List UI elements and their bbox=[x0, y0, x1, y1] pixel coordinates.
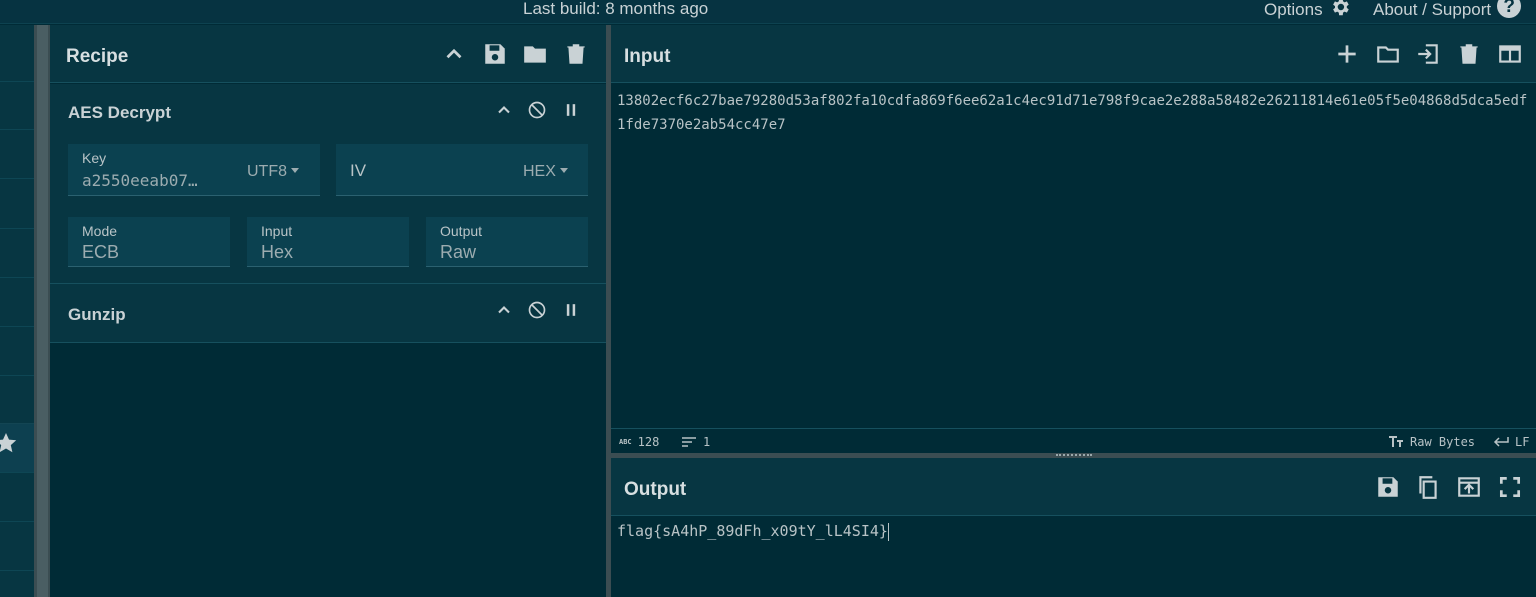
copy-icon[interactable] bbox=[1415, 474, 1441, 500]
options-label: Options bbox=[1264, 0, 1323, 19]
save-icon[interactable] bbox=[1375, 474, 1401, 500]
trash-icon[interactable] bbox=[563, 41, 589, 67]
chevron-up-icon[interactable] bbox=[494, 300, 514, 320]
grip-icon bbox=[1056, 454, 1092, 456]
ops-divider bbox=[0, 228, 34, 229]
about-support-label: About / Support bbox=[1373, 0, 1492, 19]
input-format-field[interactable]: Input Hex bbox=[247, 217, 409, 267]
ops-divider bbox=[0, 178, 34, 179]
operation-gunzip: Gunzip bbox=[50, 284, 606, 343]
input-status-bar: ABC 128 1 Raw Bytes LF bbox=[611, 428, 1536, 454]
recipe-title: Recipe bbox=[66, 46, 129, 67]
abc-icon: ABC bbox=[619, 438, 632, 446]
options-button[interactable]: Options bbox=[1264, 0, 1351, 18]
pause-icon[interactable] bbox=[561, 100, 581, 120]
lines-indicator: 1 bbox=[681, 435, 710, 449]
length-value: 128 bbox=[637, 435, 660, 449]
ops-divider bbox=[0, 472, 34, 473]
length-indicator: ABC 128 bbox=[619, 435, 659, 449]
operations-panel bbox=[0, 25, 34, 597]
recipe-header: Recipe bbox=[50, 25, 606, 83]
key-value: a2550eeab07… bbox=[82, 171, 198, 190]
output-title: Output bbox=[624, 479, 687, 500]
plus-icon[interactable] bbox=[1334, 41, 1360, 67]
mode-label: Mode bbox=[82, 223, 118, 239]
output-format-value: Raw bbox=[440, 242, 477, 262]
input-title: Input bbox=[624, 46, 671, 67]
left-resize-handle[interactable] bbox=[34, 25, 50, 597]
mode-field[interactable]: Mode ECB bbox=[68, 217, 230, 267]
iv-encoding-dropdown[interactable]: HEX bbox=[523, 163, 568, 181]
import-file-icon[interactable] bbox=[1415, 41, 1441, 67]
input-format-value: Hex bbox=[261, 242, 294, 262]
output-format-field[interactable]: Output Raw bbox=[426, 217, 588, 267]
output-panel: Output flag{sA4hP_89dFh_x09tY_lL4SI4} bbox=[611, 458, 1536, 597]
output-textarea[interactable]: flag{sA4hP_89dFh_x09tY_lL4SI4} bbox=[617, 522, 889, 541]
return-icon bbox=[1493, 437, 1509, 447]
layout-icon[interactable] bbox=[1497, 41, 1523, 67]
text-cursor bbox=[887, 522, 889, 541]
operation-title: AES Decrypt bbox=[68, 103, 171, 122]
ops-divider bbox=[0, 375, 34, 376]
chevron-up-icon[interactable] bbox=[441, 41, 467, 67]
question-icon: ? bbox=[1497, 0, 1522, 18]
iv-label: IV bbox=[350, 161, 367, 180]
maximize-icon[interactable] bbox=[1497, 474, 1523, 500]
output-value: flag{sA4hP_89dFh_x09tY_lL4SI4} bbox=[617, 522, 888, 540]
key-field[interactable]: Key a2550eeab07… UTF8 bbox=[68, 144, 320, 196]
ops-divider bbox=[0, 277, 34, 278]
lines-value: 1 bbox=[703, 435, 711, 449]
ops-divider bbox=[0, 521, 34, 522]
iv-field[interactable]: IV HEX bbox=[336, 144, 588, 196]
operation-aes-decrypt: AES Decrypt Key a2550eeab07… UTF8 IV HEX… bbox=[50, 84, 606, 284]
folder-icon[interactable] bbox=[522, 41, 548, 67]
lines-icon bbox=[682, 437, 696, 447]
ops-divider bbox=[0, 129, 34, 130]
encoding-value: Raw Bytes bbox=[1410, 435, 1476, 449]
input-panel: Input 13802ecf6c27bae79280d53af802fa10cd… bbox=[611, 25, 1536, 455]
iv-encoding: HEX bbox=[523, 163, 556, 180]
input-format-label: Input bbox=[261, 223, 293, 239]
last-build-text: Last build: 8 months ago bbox=[523, 0, 709, 18]
ops-divider bbox=[0, 326, 34, 327]
text-format-icon bbox=[1389, 436, 1403, 447]
chevron-up-icon[interactable] bbox=[494, 100, 514, 120]
replace-input-icon[interactable] bbox=[1456, 474, 1482, 500]
key-encoding: UTF8 bbox=[247, 163, 287, 180]
output-header: Output bbox=[611, 458, 1536, 516]
caret-down-icon bbox=[291, 167, 299, 173]
ops-divider bbox=[0, 570, 34, 571]
folder-icon[interactable] bbox=[1375, 41, 1401, 67]
input-header: Input bbox=[611, 25, 1536, 83]
trash-icon[interactable] bbox=[1456, 41, 1482, 67]
gear-icon bbox=[1332, 0, 1349, 16]
ops-divider bbox=[0, 81, 34, 82]
key-encoding-dropdown[interactable]: UTF8 bbox=[247, 163, 299, 181]
output-format-label: Output bbox=[440, 223, 483, 239]
disable-icon[interactable] bbox=[527, 300, 547, 320]
recipe-panel: Recipe AES Decrypt Key a2550eeab07… UTF8… bbox=[50, 25, 606, 597]
pause-icon[interactable] bbox=[561, 300, 581, 320]
save-icon[interactable] bbox=[482, 41, 508, 67]
about-support-button[interactable]: About / Support ? bbox=[1373, 0, 1522, 19]
operation-title: Gunzip bbox=[68, 305, 126, 324]
key-label: Key bbox=[82, 150, 107, 166]
mode-value: ECB bbox=[82, 242, 120, 262]
star-icon[interactable] bbox=[0, 431, 18, 455]
top-bar: Last build: 8 months ago Options About /… bbox=[0, 0, 1536, 24]
resize-handle-inner bbox=[37, 25, 48, 597]
eol-value: LF bbox=[1515, 435, 1530, 449]
caret-down-icon bbox=[559, 167, 568, 173]
eol-selector[interactable]: LF bbox=[1493, 435, 1529, 449]
encoding-selector[interactable]: Raw Bytes bbox=[1388, 435, 1475, 449]
disable-icon[interactable] bbox=[527, 100, 547, 120]
input-textarea[interactable]: 13802ecf6c27bae79280d53af802fa10cdfa869f… bbox=[617, 89, 1532, 137]
